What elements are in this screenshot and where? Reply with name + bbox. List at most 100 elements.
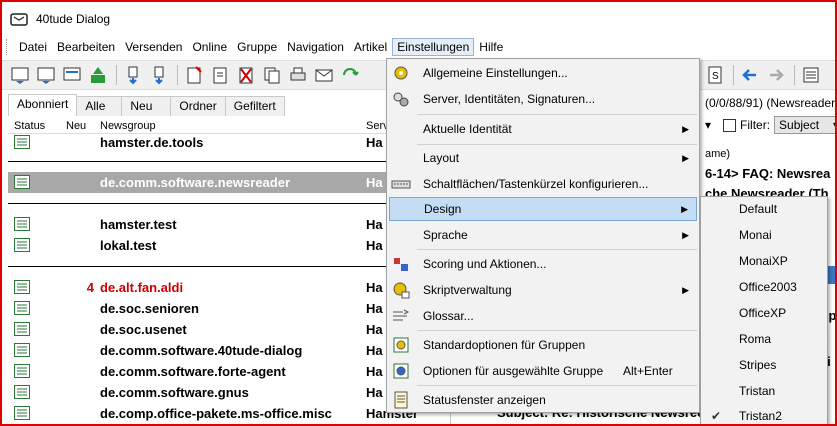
new-article-icon[interactable]: [182, 63, 206, 87]
group-row[interactable]: hamster.de.tools Ha: [8, 132, 448, 153]
design-option-label: Default: [739, 202, 778, 216]
group-row[interactable]: 4 de.alt.fan.aldi Ha: [8, 277, 448, 298]
group-server: Ha: [366, 238, 383, 253]
delete-icon[interactable]: [234, 63, 258, 87]
back-arrow-icon[interactable]: [738, 63, 762, 87]
col-newsgroup[interactable]: Newsgroup: [100, 120, 156, 132]
group-row[interactable]: de.comm.software.40tude-dialog Ha: [8, 340, 448, 361]
svg-text:S: S: [712, 71, 719, 82]
group-server: Ha: [366, 343, 383, 358]
submenu-arrow-icon: ▶: [681, 203, 688, 214]
menu-online[interactable]: Online: [187, 38, 232, 56]
menu-versenden[interactable]: Versenden: [120, 38, 187, 56]
menu-item-sprache[interactable]: Sprache ▶: [389, 223, 697, 247]
submenu-arrow-icon: ▶: [682, 229, 689, 240]
send-icon[interactable]: [86, 63, 110, 87]
menu-gruppe[interactable]: Gruppe: [232, 38, 282, 56]
menu-item-label: Server, Identitäten, Signaturen...: [423, 92, 596, 106]
tab-gefiltert[interactable]: Gefiltert: [224, 96, 285, 116]
selected-group-options-icon: [391, 361, 411, 381]
app-logo-icon: [10, 11, 28, 27]
menu-artikel[interactable]: Artikel: [349, 38, 392, 56]
menu-item-schaltflaechen[interactable]: Schaltflächen/Tastenkürzel konfigurieren…: [389, 172, 697, 196]
newsgroup-icon: [14, 385, 30, 399]
fetch-headers-icon[interactable]: [8, 63, 32, 87]
menu-navigation[interactable]: Navigation: [282, 38, 349, 56]
fetch-articles-icon[interactable]: [34, 63, 58, 87]
previous-article-icon[interactable]: [121, 63, 145, 87]
fetch-all-icon[interactable]: [60, 63, 84, 87]
design-option-monaixp[interactable]: MonaiXP: [703, 249, 825, 273]
design-option-label: OfficeXP: [739, 306, 787, 320]
article-path: (0/0/88/91) (Newsreader: [705, 96, 836, 110]
menu-item-layout[interactable]: Layout ▶: [389, 146, 697, 170]
menu-item-statusfenster[interactable]: Statusfenster anzeigen: [389, 388, 697, 412]
group-name: de.soc.senioren: [100, 301, 199, 316]
menu-item-scoring[interactable]: Scoring und Aktionen...: [389, 252, 697, 276]
group-row[interactable]: de.comm.software.gnus Ha: [8, 382, 448, 403]
scoring-icon: [391, 254, 411, 274]
group-row[interactable]: de.soc.usenet Ha: [8, 319, 448, 340]
print-icon[interactable]: [286, 63, 310, 87]
tab-abonniert[interactable]: Abonniert: [8, 94, 78, 116]
forward-arrow-icon[interactable]: [764, 63, 788, 87]
tab-neu[interactable]: Neu: [121, 96, 172, 116]
group-name: de.comm.software.40tude-dialog: [100, 343, 303, 358]
col-new[interactable]: Neu: [66, 120, 86, 132]
window-list-icon[interactable]: [799, 63, 823, 87]
group-row[interactable]: hamster.test Ha: [8, 214, 448, 235]
newsgroup-icon: [14, 175, 30, 189]
menu-item-skriptverwaltung[interactable]: Skriptverwaltung ▶: [389, 278, 697, 302]
menu-bearbeiten[interactable]: Bearbeiten: [52, 38, 120, 56]
newsgroup-icon: [14, 301, 30, 315]
group-name: de.comp.office-pakete.ms-office.misc: [100, 406, 332, 421]
menu-item-standardoptionen[interactable]: Standardoptionen für Gruppen: [389, 333, 697, 357]
design-option-office2003[interactable]: Office2003: [703, 275, 825, 299]
menu-item-design[interactable]: Design ▶: [389, 197, 697, 221]
mail-icon[interactable]: [312, 63, 336, 87]
sync-icon[interactable]: [338, 63, 362, 87]
design-option-officexp[interactable]: OfficeXP: [703, 301, 825, 325]
design-option-tristan2[interactable]: ✔ Tristan2: [703, 404, 825, 424]
menu-item-allgemeine-einstellungen[interactable]: Allgemeine Einstellungen...: [389, 61, 697, 85]
design-option-stripes[interactable]: Stripes: [703, 353, 825, 377]
menu-datei[interactable]: Datei: [14, 38, 52, 56]
thread-subject-faq[interactable]: 6-14> FAQ: Newsrea: [705, 166, 830, 181]
design-option-label: Roma: [739, 332, 772, 346]
menu-item-optionen-ausgewaehlte-gruppe[interactable]: Optionen für ausgewählte Gruppe Alt+Ente…: [389, 359, 697, 383]
tab-alle[interactable]: Alle: [76, 96, 123, 116]
col-status[interactable]: Status: [14, 120, 45, 132]
group-row[interactable]: lokal.test Ha: [8, 235, 448, 256]
group-server: Ha: [366, 301, 383, 316]
menu-hilfe[interactable]: Hilfe: [474, 38, 508, 56]
tab-ordner[interactable]: Ordner: [170, 96, 226, 116]
filter-checkbox[interactable]: [723, 118, 737, 132]
menu-item-label: Design: [424, 202, 462, 216]
menu-item-aktuelle-identitaet[interactable]: Aktuelle Identität ▶: [389, 117, 697, 141]
menubar-grip: [6, 39, 10, 55]
glossary-icon: [391, 306, 411, 326]
reply-icon[interactable]: [208, 63, 232, 87]
group-row[interactable]: de.comp.office-pakete.ms-office.misc Ham…: [8, 403, 448, 424]
script-s-icon[interactable]: S: [703, 63, 727, 87]
menu-item-server-identitaeten[interactable]: Server, Identitäten, Signaturen...: [389, 87, 697, 111]
group-row[interactable]: de.comm.software.newsreader Ha: [8, 172, 448, 193]
design-option-tristan[interactable]: Tristan: [703, 379, 825, 403]
menu-item-shortcut: Alt+Enter: [623, 364, 673, 378]
design-option-monai[interactable]: Monai: [703, 223, 825, 247]
app-window: 40tude Dialog Datei Bearbeiten Versenden…: [0, 0, 837, 426]
copy-icon[interactable]: [260, 63, 284, 87]
menu-item-label: Statusfenster anzeigen: [423, 393, 546, 407]
filter-select[interactable]: Subject ▾: [774, 116, 835, 134]
design-option-roma[interactable]: Roma: [703, 327, 825, 351]
filter-dropdown-arrow-icon[interactable]: ▾: [705, 118, 711, 132]
group-divider: [8, 266, 448, 267]
window-title: 40tude Dialog: [36, 12, 111, 26]
group-row[interactable]: de.comm.software.forte-agent Ha: [8, 361, 448, 382]
design-option-default[interactable]: Default: [703, 197, 825, 221]
menu-einstellungen[interactable]: Einstellungen: [392, 38, 475, 56]
next-article-icon[interactable]: [147, 63, 171, 87]
menu-item-glossar[interactable]: Glossar...: [389, 304, 697, 328]
group-row[interactable]: de.soc.senioren Ha: [8, 298, 448, 319]
newsgroup-icon: [14, 364, 30, 378]
